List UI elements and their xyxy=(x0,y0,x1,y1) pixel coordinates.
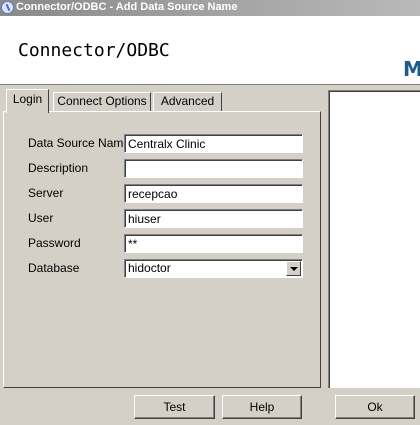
server-field[interactable] xyxy=(124,184,303,203)
data-source-name-label: Data Source Name xyxy=(28,136,131,150)
database-dropdown-button[interactable] xyxy=(286,261,301,276)
description-label: Description xyxy=(28,161,89,175)
chevron-down-icon xyxy=(290,267,298,271)
mysql-logo-fragment: M xyxy=(403,57,420,81)
header-banner: Connector/ODBC M xyxy=(0,16,420,85)
description-field[interactable] xyxy=(124,159,303,178)
server-label: Server xyxy=(28,186,64,200)
user-field[interactable] xyxy=(124,209,303,228)
login-tab-panel: Data Source Name Description Server User… xyxy=(3,111,321,388)
ok-button[interactable]: Ok xyxy=(335,395,415,419)
database-select[interactable]: hidoctor xyxy=(124,259,303,278)
database-selected-value[interactable]: hidoctor xyxy=(124,259,303,278)
database-label: Database xyxy=(28,261,80,275)
data-source-name-field[interactable] xyxy=(124,134,303,153)
tab-connect-options[interactable]: Connect Options xyxy=(53,92,151,111)
help-button[interactable]: Help xyxy=(222,395,302,419)
title-bar[interactable]: Connector/ODBC - Add Data Source Name xyxy=(0,0,420,16)
password-label: Password xyxy=(28,236,81,250)
tab-login[interactable]: Login xyxy=(6,89,49,113)
password-field[interactable] xyxy=(124,234,303,253)
test-button[interactable]: Test xyxy=(134,395,215,419)
banner-heading: Connector/ODBC xyxy=(18,40,170,61)
odbc-app-icon[interactable] xyxy=(1,1,14,14)
help-text-pane[interactable] xyxy=(328,90,420,388)
tab-advanced[interactable]: Advanced xyxy=(153,92,222,111)
user-label: User xyxy=(28,211,54,225)
window-title: Connector/ODBC - Add Data Source Name xyxy=(16,1,238,13)
